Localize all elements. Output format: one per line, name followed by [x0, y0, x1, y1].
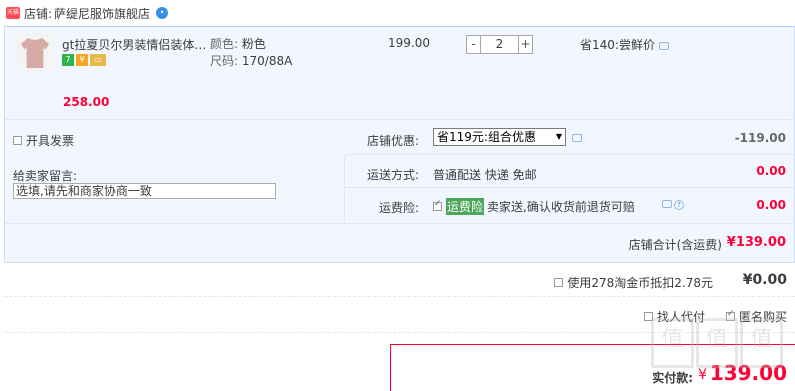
qty-minus-button[interactable]: -	[466, 35, 481, 54]
insurance-checkbox[interactable]	[433, 199, 442, 211]
insurance-label: 运费险:	[378, 201, 419, 215]
saving-info: 省140:尝鲜价	[580, 36, 669, 53]
tshirt-image	[21, 38, 49, 68]
qty-plus-button[interactable]: +	[518, 35, 533, 54]
shop-header: 天猫 店铺: 萨缇尼服饰旗舰店 •	[0, 0, 795, 26]
memo-section: 给卖家留言: 选填,请先和商家协商一致	[5, 155, 345, 223]
discount-select[interactable]: 省119元:组合优惠	[433, 128, 566, 146]
quantity-stepper: - 2 +	[466, 35, 533, 54]
coins-option[interactable]: 使用278淘金币抵扣2.78元	[554, 274, 713, 291]
shipping-label: 运送方式:	[366, 168, 419, 182]
shop-total-row: 店铺合计(含运费) ¥139.00	[5, 223, 794, 263]
invoice-label: 开具发票	[26, 134, 75, 148]
insurance-option[interactable]: 运费险 卖家送,确认收货前退货可赔	[433, 198, 635, 215]
proxy-pay-option[interactable]: 找人代付	[643, 308, 705, 325]
currency-symbol: ¥	[698, 367, 707, 383]
insurance-text: 卖家送,确认收货前退货可赔	[487, 200, 635, 214]
shop-total-value: ¥139.00	[726, 235, 786, 250]
divider	[5, 119, 794, 120]
color-value: 粉色	[241, 37, 266, 51]
coins-text: 使用278淘金币抵扣2.78元	[567, 276, 713, 290]
card-payment-icon[interactable]: ▭	[90, 54, 106, 66]
discount-label: 店铺优惠:	[366, 134, 419, 148]
service-badges: 7 ¥ ▭	[62, 54, 106, 66]
shipping-value: 0.00	[756, 164, 786, 178]
guarantee-icon[interactable]: ¥	[76, 54, 88, 66]
tmall-icon: 天猫	[6, 7, 20, 19]
coins-row: 使用278淘金币抵扣2.78元 ¥0.00	[4, 264, 795, 297]
invoice-option[interactable]: 开具发票	[13, 132, 74, 149]
coins-value: ¥0.00	[742, 272, 787, 288]
unit-price: 199.00	[388, 36, 430, 50]
order-box: gt拉夏贝尔男装情侣装体… 7 ¥ ▭ 颜色: 粉色 尺码: 170/88A 1…	[4, 26, 795, 263]
item-row: gt拉夏贝尔男装情侣装体… 7 ¥ ▭ 颜色: 粉色 尺码: 170/88A 1…	[5, 27, 794, 119]
options-row: 找人代付 匿名购买	[4, 297, 795, 333]
comment-icon[interactable]	[662, 200, 672, 208]
product-thumbnail[interactable]	[16, 33, 54, 71]
memo-input[interactable]: 选填,请先和商家协商一致	[13, 183, 276, 199]
discount-value: -119.00	[734, 131, 786, 145]
invoice-checkbox[interactable]	[13, 136, 22, 145]
shipping-method: 普通配送 快递 免邮	[433, 168, 537, 182]
anonymous-label: 匿名购买	[738, 310, 787, 324]
anonymous-option[interactable]: 匿名购买	[725, 308, 787, 325]
anonymous-checkbox[interactable]	[725, 309, 735, 321]
color-key: 颜色:	[210, 37, 239, 51]
insurance-icons: ?	[662, 200, 684, 210]
shop-name-link[interactable]: 萨缇尼服饰旗舰店	[54, 5, 150, 22]
qty-input[interactable]: 2	[481, 35, 518, 54]
coins-checkbox[interactable]	[554, 278, 564, 287]
insurance-value: 0.00	[756, 198, 786, 212]
product-title-link[interactable]: gt拉夏贝尔男装情侣装体…	[62, 36, 207, 53]
saving-text: 省140:尝鲜价	[580, 38, 655, 52]
seven-day-return-icon[interactable]: 7	[62, 54, 74, 66]
size-value: 170/88A	[241, 54, 293, 68]
shop-label: 店铺:	[24, 6, 53, 21]
discount-info-icon[interactable]	[572, 134, 582, 142]
item-subtotal: 258.00	[63, 95, 110, 109]
comment-icon[interactable]	[658, 41, 669, 50]
actual-payment-label: 实付款:	[652, 371, 693, 385]
size-key: 尺码:	[210, 54, 239, 68]
wangwang-chat-icon[interactable]: •	[156, 7, 169, 19]
divider	[345, 154, 795, 155]
memo-label: 给卖家留言:	[13, 169, 78, 183]
actual-payment-box: 实付款: ¥ 139.00	[390, 344, 795, 391]
proxy-pay-label: 找人代付	[656, 310, 705, 324]
proxy-pay-checkbox[interactable]	[643, 312, 653, 321]
actual-payment-value: 139.00	[709, 361, 787, 385]
shop-total-label: 店铺合计(含运费)	[628, 238, 722, 252]
help-icon[interactable]: ?	[674, 200, 684, 210]
insurance-tag: 运费险	[446, 198, 485, 215]
product-attributes: 颜色: 粉色 尺码: 170/88A	[210, 36, 292, 70]
divider	[345, 187, 795, 188]
